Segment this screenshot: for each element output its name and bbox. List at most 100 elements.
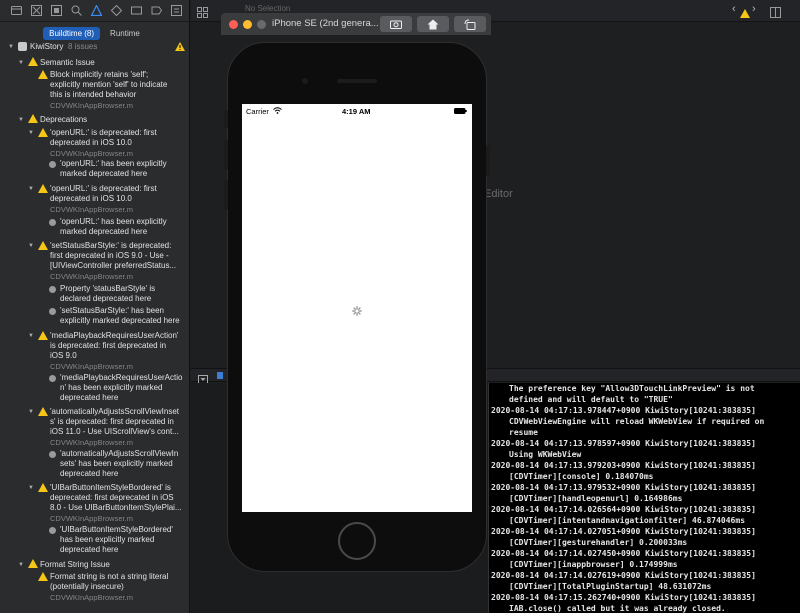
zoom-button[interactable] [257, 20, 266, 29]
front-camera [302, 78, 308, 84]
volume-down-button [224, 180, 228, 210]
forward-icon[interactable]: › [752, 3, 756, 15]
issue-count: 8 issues [68, 42, 98, 51]
warning-icon [28, 559, 38, 571]
note-item[interactable]: 'setStatusBarStyle:' has been explicitly… [0, 306, 189, 331]
issue-icon[interactable] [90, 4, 103, 17]
clock: 4:19 AM [342, 107, 371, 116]
disclosure-triangle-icon[interactable]: ▼ [28, 241, 34, 251]
console-line: defined and will default to "TRUE" [509, 395, 673, 404]
issue-text: 'automaticallyAdjustsScrollViewInset [50, 407, 179, 416]
breakpoint-icon[interactable] [150, 4, 163, 17]
note-text: deprecated here [60, 469, 119, 478]
home-icon [427, 19, 439, 29]
power-button [486, 145, 490, 177]
note-text: deprecated here [60, 393, 119, 402]
group-deprecations[interactable]: ▼ Deprecations [0, 114, 189, 128]
issue-item[interactable]: ▼ 'UIBarButtonItemStyleBordered' is depr… [0, 483, 189, 525]
debug-icon[interactable] [130, 4, 143, 17]
device-home-button[interactable] [338, 522, 376, 560]
issue-text: is deprecated: first deprecated in [50, 341, 167, 350]
console-line: The preference key "Allow3DTouchLinkPrev… [509, 384, 755, 393]
issue-text: Block implicitly retains 'self'; [50, 70, 149, 79]
grid-icon[interactable] [197, 5, 208, 23]
rotate-button[interactable] [454, 16, 486, 32]
breakpoint-toggle-icon[interactable] [217, 372, 223, 379]
disclosure-triangle-icon[interactable]: ▼ [28, 128, 34, 138]
home-button[interactable] [417, 16, 449, 32]
issue-text: this is intended behavior [50, 90, 137, 99]
file-name: CDVWKInAppBrowser.m [50, 272, 133, 281]
warning-icon [28, 114, 38, 126]
carrier-label: Carrier [246, 107, 269, 116]
console-line: Using WKWebView [509, 450, 582, 459]
disclosure-triangle-icon[interactable]: ▼ [8, 42, 14, 52]
warning-icon [38, 184, 48, 196]
issue-text: iOS 9.0 [50, 351, 77, 360]
disclosure-triangle-icon[interactable]: ▼ [28, 184, 34, 194]
issue-text: 8.0 - Use UIBarButtonItemStylePlai... [50, 503, 182, 512]
test-icon[interactable] [110, 4, 123, 17]
note-item[interactable]: 'UIBarButtonItemStyleBordered' has been … [0, 525, 189, 559]
tab-buildtime[interactable]: Buildtime (8) [43, 26, 101, 40]
group-semantic-issue[interactable]: ▼ Semantic Issue [0, 57, 189, 70]
status-bar: Carrier 4:19 AM [242, 104, 472, 118]
note-text: marked deprecated here [60, 227, 148, 236]
tab-runtime[interactable]: Runtime [104, 27, 146, 40]
note-text: 'automaticallyAdjustsScrollViewIn [60, 449, 179, 458]
issue-item[interactable]: ▼ 'mediaPlaybackRequiresUserAction' is d… [0, 331, 189, 373]
issue-text: deprecated in iOS 10.0 [50, 194, 132, 203]
disclosure-triangle-icon[interactable]: ▼ [28, 483, 34, 493]
note-text: 'UIBarButtonItemStyleBordered' [60, 525, 173, 534]
warning-icon [38, 331, 48, 343]
note-item[interactable]: 'mediaPlaybackRequiresUserActio n' has b… [0, 373, 189, 407]
issue-text: 'mediaPlaybackRequiresUserAction' [50, 331, 179, 340]
note-item[interactable]: 'openURL:' has been explicitly marked de… [0, 217, 189, 241]
disclosure-triangle-icon[interactable]: ▼ [28, 331, 34, 341]
folder-icon[interactable] [10, 4, 23, 17]
console-line: [CDVTimer][handleopenurl] 0.164986ms [509, 494, 683, 503]
camera-icon [390, 20, 402, 29]
note-text: explicitly marked deprecated here [60, 316, 180, 325]
group-format-string[interactable]: ▼ Format String Issue [0, 559, 189, 572]
issue-item[interactable]: Format string is not a string literal (p… [0, 572, 189, 604]
file-name: CDVWKInAppBrowser.m [50, 593, 133, 602]
note-item[interactable]: 'openURL:' has been explicitly marked de… [0, 159, 189, 184]
back-icon[interactable]: ‹ [732, 3, 736, 15]
console-line: 2020-08-14 04:17:14.027619+0900 KiwiStor… [491, 571, 756, 580]
issue-item[interactable]: ▼ 'automaticallyAdjustsScrollViewInset s… [0, 407, 189, 449]
symbol-icon[interactable] [50, 4, 63, 17]
warning-icon [38, 572, 48, 584]
disclosure-triangle-icon[interactable]: ▼ [18, 58, 24, 68]
report-icon[interactable] [170, 4, 183, 17]
note-text: Property 'statusBarStyle' is [60, 284, 156, 293]
issue-tree: ▼ KiwiStory 8 issues ▼ Semantic Issue Bl… [0, 42, 189, 613]
source-control-icon[interactable] [30, 4, 43, 17]
screenshot-button[interactable] [380, 16, 412, 32]
note-text: deprecated here [60, 545, 119, 554]
console-line: 2020-08-14 04:17:14.026564+0900 KiwiStor… [491, 505, 756, 514]
disclosure-triangle-icon[interactable]: ▼ [28, 407, 34, 417]
console-output[interactable]: The preference key "Allow3DTouchLinkPrev… [488, 383, 800, 613]
disclosure-triangle-icon[interactable]: ▼ [18, 560, 24, 570]
disclosure-triangle-icon[interactable]: ▼ [18, 115, 24, 125]
issue-item[interactable]: ▼ 'setStatusBarStyle:' is deprecated: fi… [0, 241, 189, 284]
issue-item[interactable]: ▼ 'openURL:' is deprecated: first deprec… [0, 184, 189, 217]
close-button[interactable] [229, 20, 238, 29]
project-row[interactable]: ▼ KiwiStory 8 issues [0, 42, 189, 54]
issue-item[interactable]: Block implicitly retains 'self'; explici… [0, 70, 189, 112]
group-title: Format String Issue [40, 560, 110, 569]
issue-text: Format string is not a string literal [50, 572, 169, 581]
find-icon[interactable] [70, 4, 83, 17]
minimize-button[interactable] [243, 20, 252, 29]
note-item[interactable]: Property 'statusBarStyle' is declared de… [0, 284, 189, 306]
issue-text: iOS 11.0 - Use UIScrollView's cont... [50, 427, 179, 436]
note-text: 'openURL:' has been explicitly [60, 217, 167, 226]
warning-icon[interactable] [740, 5, 750, 23]
note-text: n' has been explicitly marked [60, 383, 163, 392]
warning-icon [28, 57, 38, 69]
editor-options-icon[interactable] [770, 5, 781, 23]
note-item[interactable]: 'automaticallyAdjustsScrollViewIn sets' … [0, 449, 189, 483]
issue-item[interactable]: ▼ 'openURL:' is deprecated: first deprec… [0, 128, 189, 159]
no-selection-label: No Selection [245, 4, 291, 13]
